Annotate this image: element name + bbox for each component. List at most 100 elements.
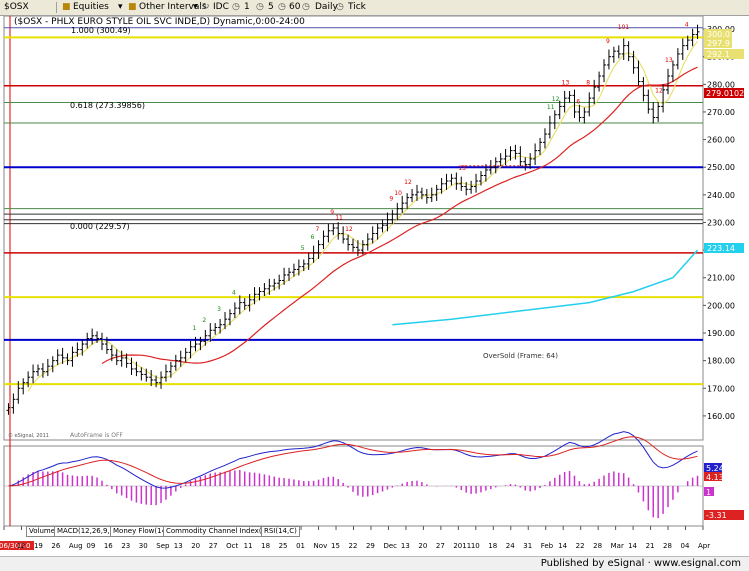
chart-title: ($OSX - PHLX EURO STYLE OIL SVC INDE,D) … xyxy=(14,17,305,27)
td-count-label: 101 xyxy=(618,24,630,31)
fib-1000-label: 1.000 (300.49) xyxy=(71,26,131,35)
x-tick-label: Oct xyxy=(226,542,238,550)
x-tick-label: 29 xyxy=(366,542,375,550)
td-count-label: 1 xyxy=(192,325,196,332)
x-tick-label: 31 xyxy=(523,542,532,550)
x-tick-label: 01 xyxy=(296,542,305,550)
y-tick-label: 240.00 xyxy=(707,191,735,200)
x-tick-label: 06/30/10 xyxy=(0,542,30,550)
folder-icon: ■ xyxy=(62,2,71,12)
x-tick-label: 26 xyxy=(51,542,60,550)
x-tick-label: 18 xyxy=(261,542,270,550)
chart-area: 123456791112910121112136891213410113 ($O… xyxy=(0,16,749,556)
td-count-label: 8 xyxy=(586,79,590,86)
oversold-label: OverSold (Frame: 64) xyxy=(483,352,558,360)
td-count-label: 6 xyxy=(311,234,315,241)
macd-low-readout: -3.31 xyxy=(706,511,727,520)
y-tick-label: 250.00 xyxy=(707,163,735,172)
price-readout: 223.14 xyxy=(707,244,735,253)
x-tick-label: Mar xyxy=(611,542,624,550)
x-tick-label: 15 xyxy=(331,542,340,550)
y-tick-label: 160.00 xyxy=(707,412,735,421)
interval-1-button[interactable]: 1 xyxy=(244,2,250,12)
td-count-label: 12 xyxy=(655,88,663,95)
x-tick-label: Feb xyxy=(541,542,554,550)
chevron-down-icon[interactable]: ▾ xyxy=(193,2,198,12)
x-tick-label: Aug xyxy=(69,542,83,550)
td-count-label: 9 xyxy=(606,38,610,45)
x-tick-label: Apr xyxy=(698,542,710,550)
clock-icon: ◷ xyxy=(232,2,240,12)
x-tick-label: 04 xyxy=(681,542,690,550)
published-by-label: Published by eSignal · www.esignal.com xyxy=(540,558,741,569)
td-count-label: 9 xyxy=(389,195,393,202)
x-tick-label: 10 xyxy=(471,542,480,550)
td-count-label: 10 xyxy=(394,190,402,197)
tab-rsi[interactable]: RSI(14,C) xyxy=(261,526,300,537)
x-tick-label: 21 xyxy=(646,542,655,550)
clock-icon: ◷ xyxy=(302,2,310,12)
equities-menu[interactable]: Equities xyxy=(73,2,109,12)
clock-icon: ◷ xyxy=(256,2,264,12)
x-tick-label: 09 xyxy=(86,542,95,550)
x-tick-label: 18 xyxy=(488,542,497,550)
refresh-icon[interactable]: ↻ xyxy=(202,2,210,12)
interval-tick-button[interactable]: Tick xyxy=(348,2,366,12)
x-tick-label: 2011 xyxy=(453,542,471,550)
td-count-label: 11 xyxy=(335,215,343,222)
symbol-field[interactable]: $OSX xyxy=(4,2,29,12)
td-count-label: 3 xyxy=(217,306,221,313)
interval-60-button[interactable]: 60 xyxy=(289,2,300,12)
x-tick-label: 27 xyxy=(436,542,445,550)
x-tick-label: 24 xyxy=(506,542,515,550)
x-tick-label: Nov xyxy=(314,542,328,550)
price-readout: 292.1 xyxy=(707,50,730,59)
y-tick-label: 230.00 xyxy=(707,218,735,227)
status-bar: Published by eSignal · www.esignal.com xyxy=(0,556,749,571)
x-tick-label: 12 xyxy=(16,542,25,550)
y-tick-label: 260.00 xyxy=(707,136,735,145)
x-tick-label: 23 xyxy=(121,542,130,550)
interval-5-button[interactable]: 5 xyxy=(268,2,274,12)
td-count-label: 11 xyxy=(547,104,555,111)
td-count-label: 7 xyxy=(316,226,320,233)
hist-readout: 1 xyxy=(706,488,711,497)
x-tick-label: 13 xyxy=(401,542,410,550)
signal-readout: 4.13 xyxy=(706,473,724,482)
x-tick-label: Sep xyxy=(156,542,170,550)
td-count-label: 2 xyxy=(202,317,206,324)
x-tick-label: 28 xyxy=(593,542,602,550)
chart-background xyxy=(0,16,749,556)
toolbar: $OSX ■ Equities ▾ ■ Other Intervals ▾ ↻ … xyxy=(0,0,749,16)
x-tick-label: 20 xyxy=(418,542,427,550)
idc-button[interactable]: IDC xyxy=(213,2,229,12)
x-tick-label: 19 xyxy=(34,542,43,550)
td-count-label: 4 xyxy=(232,289,236,296)
x-tick-label: 22 xyxy=(349,542,358,550)
td-count-label: 12 xyxy=(345,226,353,233)
x-tick-label: 28 xyxy=(663,542,672,550)
td-count-label: 12 xyxy=(404,179,412,186)
clock-icon: ◷ xyxy=(336,2,344,12)
x-tick-label: 11 xyxy=(244,542,253,550)
y-tick-label: 180.00 xyxy=(707,357,735,366)
td-count-label: 12 xyxy=(552,96,560,103)
price-readout: 297.9 xyxy=(707,39,730,48)
chevron-down-icon[interactable]: ▾ xyxy=(118,2,123,12)
y-tick-label: 170.00 xyxy=(707,384,735,393)
interval-daily-button[interactable]: Daily xyxy=(315,2,338,12)
td-count-label: 4 xyxy=(685,21,689,28)
x-tick-label: Dec xyxy=(383,542,397,550)
td-count-label: 5 xyxy=(301,245,305,252)
fib-0618-label: 0.618 (273.39856) xyxy=(70,101,145,110)
x-tick-label: 22 xyxy=(576,542,585,550)
td-count-label: 13 xyxy=(562,79,570,86)
clock-icon: ◷ xyxy=(278,2,286,12)
folder-icon: ■ xyxy=(128,2,137,12)
x-tick-label: 25 xyxy=(279,542,288,550)
fib-0000-label: 0.000 (229.57) xyxy=(70,222,130,231)
y-tick-label: 210.00 xyxy=(707,274,735,283)
x-tick-label: 27 xyxy=(209,542,218,550)
td-count-label: 6 xyxy=(576,99,580,106)
price-readout: 300.0 xyxy=(707,30,730,39)
